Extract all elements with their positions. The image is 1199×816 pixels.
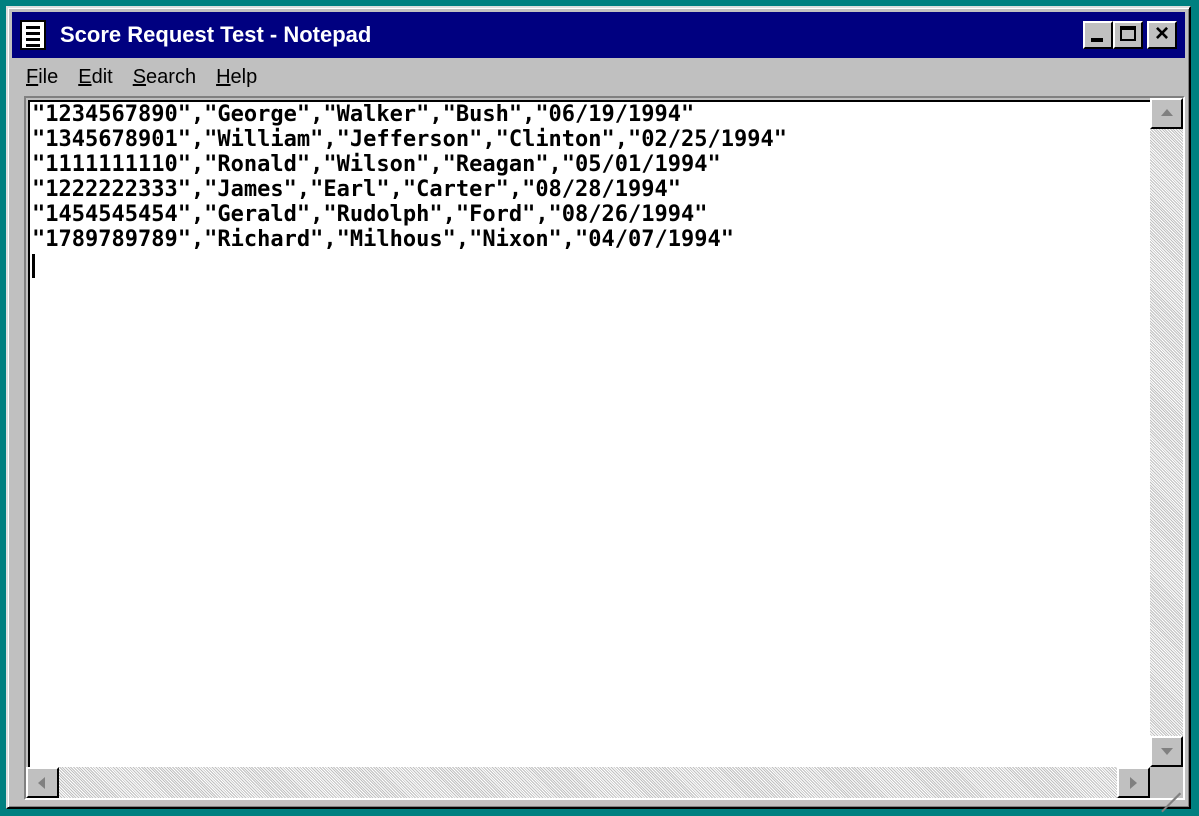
text-line: "1111111110","Ronald","Wilson","Reagan",… <box>32 152 721 177</box>
arrow-down-icon <box>1161 748 1173 755</box>
close-icon: × <box>1154 20 1169 47</box>
notepad-window: Score Request Test - Notepad × File Edit… <box>6 6 1191 813</box>
arrow-left-icon <box>38 777 45 789</box>
menu-file[interactable]: File <box>26 66 58 89</box>
menu-edit[interactable]: Edit <box>78 66 112 89</box>
text-line: "1234567890","George","Walker","Bush","0… <box>32 102 695 127</box>
scroll-up-button[interactable] <box>1150 98 1183 129</box>
text-line: "1789789789","Richard","Milhous","Nixon"… <box>32 227 734 252</box>
horizontal-scrollbar[interactable] <box>26 767 1150 798</box>
arrow-up-icon <box>1161 109 1173 116</box>
scroll-down-button[interactable] <box>1150 736 1183 767</box>
menu-bar: File Edit Search Help <box>12 60 1185 94</box>
close-button[interactable]: × <box>1147 20 1177 49</box>
text-line: "1345678901","William","Jefferson","Clin… <box>32 127 787 152</box>
text-editor[interactable]: "1234567890","George","Walker","Bush","0… <box>28 100 1152 769</box>
minimize-icon <box>1091 38 1103 42</box>
vertical-scrollbar[interactable] <box>1150 98 1183 767</box>
notepad-icon[interactable] <box>20 20 46 50</box>
maximize-button[interactable] <box>1113 21 1143 49</box>
text-caret <box>32 254 35 278</box>
scroll-left-button[interactable] <box>26 767 59 798</box>
arrow-right-icon <box>1130 777 1137 789</box>
size-grip-icon[interactable] <box>1150 767 1183 813</box>
text-line: "1222222333","James","Earl","Carter","08… <box>32 177 682 202</box>
menu-search[interactable]: Search <box>133 66 196 89</box>
title-bar[interactable]: Score Request Test - Notepad × <box>12 12 1185 58</box>
scroll-right-button[interactable] <box>1117 767 1150 798</box>
window-title: Score Request Test - Notepad <box>60 22 372 47</box>
text-line: "1454545454","Gerald","Rudolph","Ford","… <box>32 202 708 227</box>
maximize-icon <box>1120 26 1136 41</box>
editor-frame: "1234567890","George","Walker","Bush","0… <box>24 96 1185 813</box>
menu-help[interactable]: Help <box>216 66 257 89</box>
minimize-button[interactable] <box>1083 21 1113 49</box>
